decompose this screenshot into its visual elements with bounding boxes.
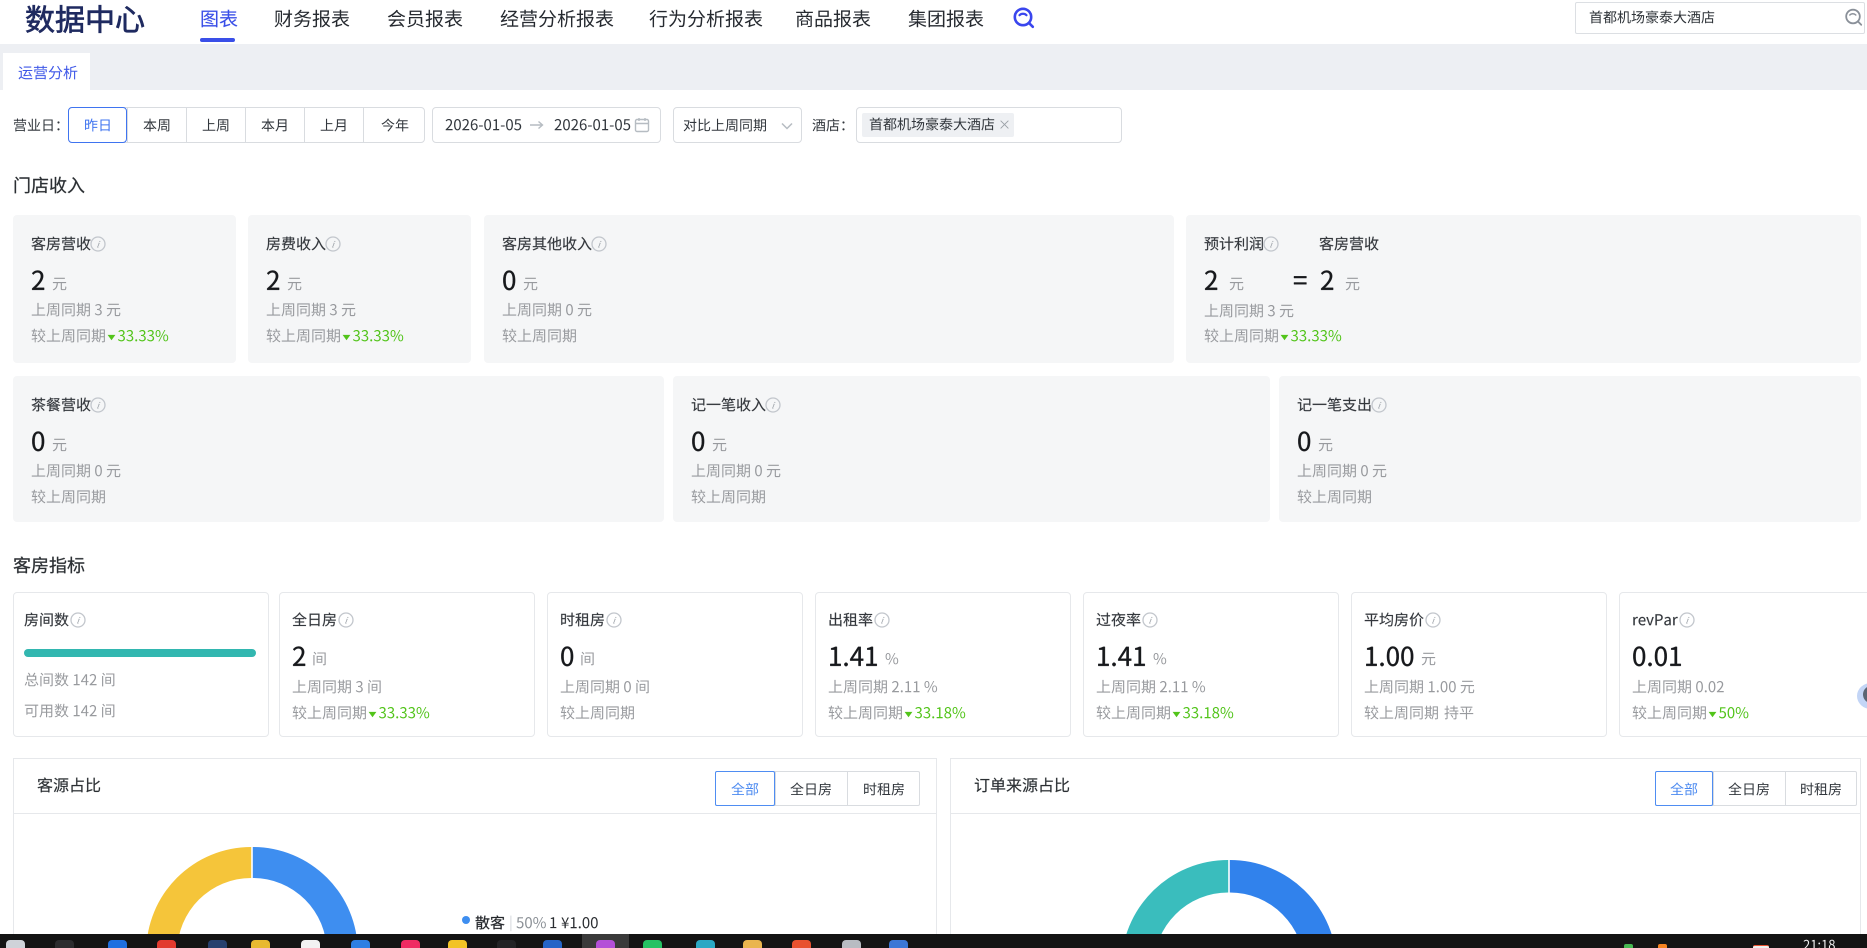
- svg-text:i: i: [771, 400, 776, 411]
- svg-text:i: i: [96, 239, 101, 250]
- svg-text:i: i: [331, 239, 336, 250]
- svg-text:i: i: [1431, 615, 1436, 626]
- svg-text:i: i: [1148, 615, 1153, 626]
- svg-text:i: i: [597, 239, 602, 250]
- svg-text:i: i: [1269, 239, 1274, 250]
- svg-text:i: i: [880, 615, 885, 626]
- svg-text:i: i: [344, 615, 349, 626]
- svg-text:i: i: [612, 615, 617, 626]
- svg-text:i: i: [96, 400, 101, 411]
- svg-text:i: i: [1377, 400, 1382, 411]
- svg-text:i: i: [76, 615, 81, 626]
- svg-text:i: i: [1685, 615, 1690, 626]
